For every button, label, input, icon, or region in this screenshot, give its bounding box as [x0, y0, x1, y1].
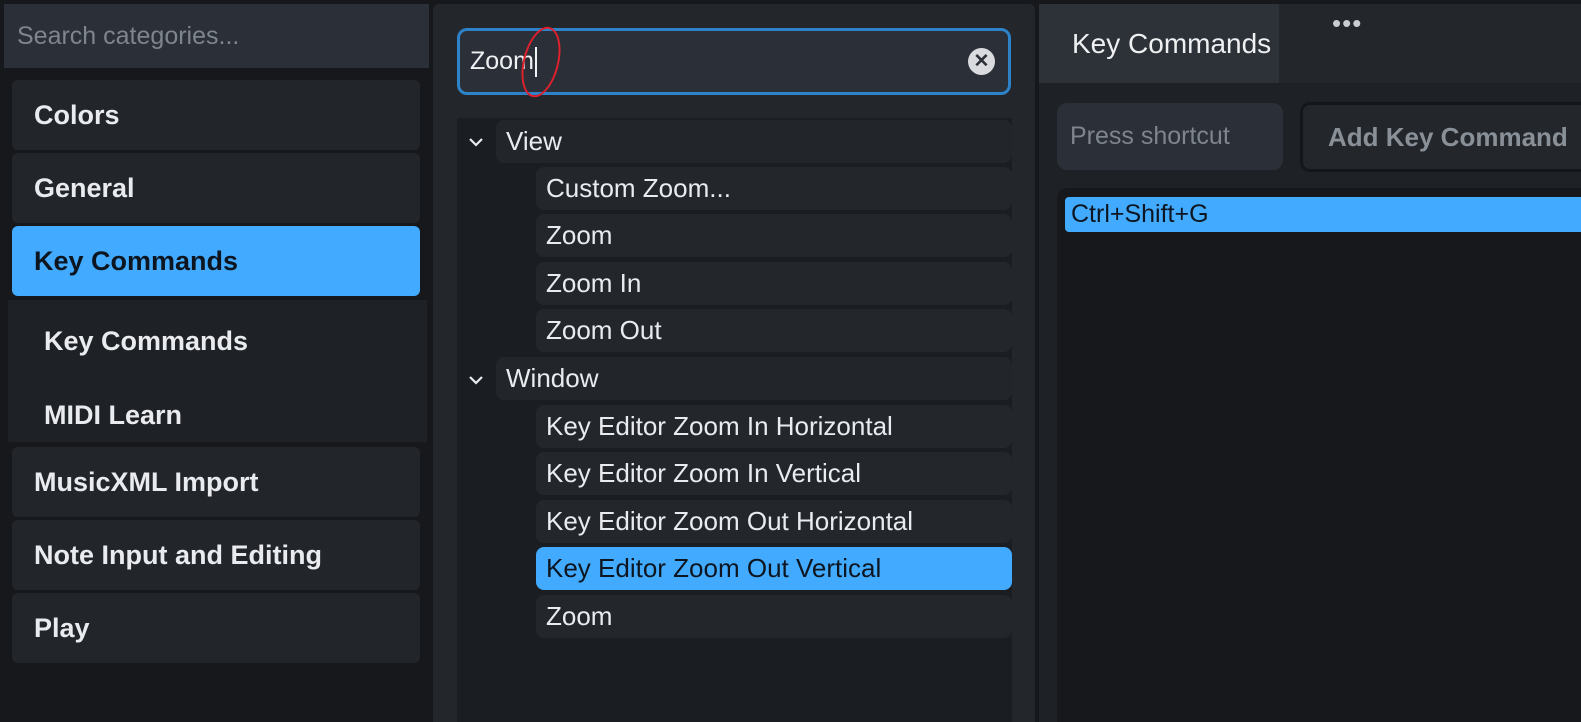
more-options-icon[interactable]: ••• [1332, 8, 1362, 39]
tree-item-key-editor-zoom-in-horizontal[interactable]: Key Editor Zoom In Horizontal [536, 405, 1012, 448]
key-command-list [1057, 188, 1581, 722]
tree-item-label: Key Editor Zoom Out Vertical [546, 553, 882, 583]
chevron-down-icon[interactable] [467, 133, 485, 151]
subcategory-key-commands[interactable]: Key Commands [44, 321, 248, 361]
category-label: Key Commands [34, 245, 239, 276]
category-colors[interactable]: Colors [12, 80, 420, 150]
tree-group-label: Window [506, 363, 599, 393]
tree-item-zoom-in[interactable]: Zoom In [536, 262, 1012, 305]
tree-item-zoom-out[interactable]: Zoom Out [536, 309, 1012, 352]
tree-item-label: Zoom In [546, 268, 642, 298]
category-search-input[interactable]: Search categories... [4, 4, 429, 68]
key-command-label: Ctrl+Shift+G [1071, 200, 1209, 228]
subcategory-label: Key Commands [44, 325, 249, 356]
category-general[interactable]: General [12, 153, 420, 223]
add-key-command-label: Add Key Command [1328, 121, 1568, 152]
category-search-placeholder: Search categories... [17, 21, 240, 50]
tree-item-key-editor-zoom-out-vertical[interactable]: Key Editor Zoom Out Vertical [536, 547, 1012, 590]
command-search-value: Zoom [470, 47, 534, 75]
category-note-input-and-editing[interactable]: Note Input and Editing [12, 520, 420, 590]
tree-item-label: Key Editor Zoom Out Horizontal [546, 506, 914, 536]
tree-item-label: Zoom [546, 220, 613, 250]
tab-key-commands[interactable]: Key Commands [1039, 4, 1279, 83]
tree-item-key-editor-zoom-in-vertical[interactable]: Key Editor Zoom In Vertical [536, 452, 1012, 495]
subcategory-midi-learn[interactable]: MIDI Learn [44, 395, 182, 435]
tree-item-label: Custom Zoom... [546, 173, 731, 203]
tree-item-label: Zoom [546, 601, 613, 631]
clear-search-icon[interactable]: ✕ [968, 48, 995, 75]
category-label: General [34, 172, 135, 203]
add-key-command-button[interactable]: Add Key Command [1300, 102, 1581, 172]
category-label: MusicXML Import [34, 466, 259, 497]
subcategory-label: MIDI Learn [44, 399, 183, 430]
press-shortcut-input[interactable]: Press shortcut [1057, 103, 1283, 170]
category-label: Colors [34, 99, 120, 130]
tree-item-label: Zoom Out [546, 315, 662, 345]
key-command-row[interactable]: Ctrl+Shift+G [1065, 197, 1581, 232]
chevron-down-icon[interactable] [467, 371, 485, 389]
tree-item-label: Key Editor Zoom In Vertical [546, 458, 862, 488]
tab-label: Key Commands [1072, 27, 1272, 59]
tree-group-label: View [506, 126, 562, 156]
category-label: Note Input and Editing [34, 539, 322, 570]
category-label: Play [34, 612, 90, 643]
tree-item-custom-zoom[interactable]: Custom Zoom... [536, 167, 1012, 210]
category-musicxml-import[interactable]: MusicXML Import [12, 447, 420, 517]
tree-item-key-editor-zoom-out-horizontal[interactable]: Key Editor Zoom Out Horizontal [536, 500, 1012, 543]
tree-item-label: Key Editor Zoom In Horizontal [546, 411, 893, 441]
text-caret [534, 46, 537, 77]
shortcut-placeholder: Press shortcut [1070, 122, 1230, 150]
command-search-input[interactable]: Zoom [457, 28, 1011, 95]
tree-item-window-zoom[interactable]: Zoom [536, 595, 1012, 638]
tree-group-window[interactable]: Window [496, 357, 1012, 400]
category-play[interactable]: Play [12, 593, 420, 663]
tree-group-view[interactable]: View [496, 120, 1012, 163]
category-key-commands[interactable]: Key Commands [12, 226, 420, 296]
tree-item-zoom[interactable]: Zoom [536, 214, 1012, 257]
